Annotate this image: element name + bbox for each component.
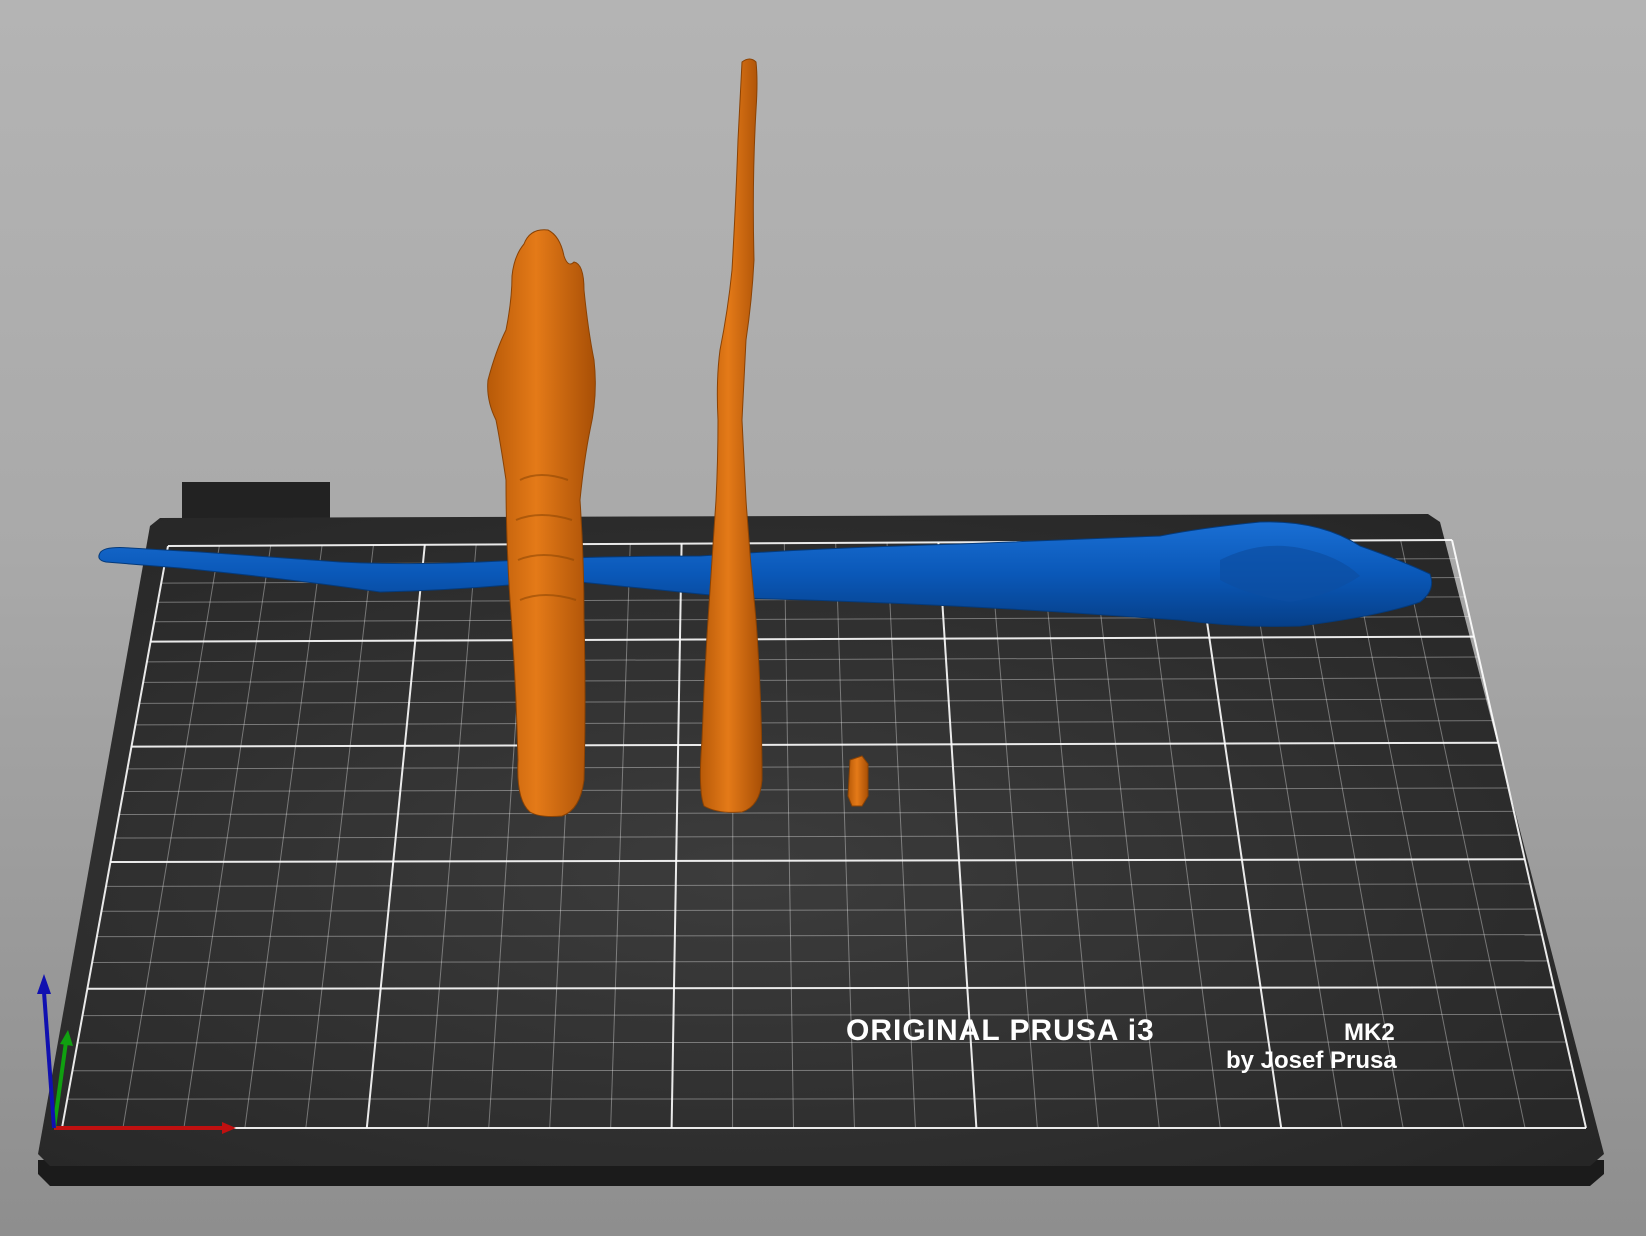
bed-label-version: MK2: [1344, 1019, 1395, 1046]
object-branch-wand[interactable]: [699, 58, 763, 813]
z-axis-arrow: [37, 974, 51, 994]
bed-label-author: by Josef Prusa: [1226, 1047, 1397, 1074]
3d-scene[interactable]: ORIGINAL PRUSA i3 MK2 by Josef Prusa: [0, 0, 1646, 1236]
branch-wand-body: [699, 58, 763, 813]
small-stub-body: [847, 755, 869, 807]
bed-tab: [182, 482, 330, 518]
3d-viewport[interactable]: ORIGINAL PRUSA i3 MK2 by Josef Prusa: [0, 0, 1646, 1236]
object-small-stub[interactable]: [847, 755, 869, 807]
bed-label-model: ORIGINAL PRUSA i3: [846, 1014, 1155, 1047]
